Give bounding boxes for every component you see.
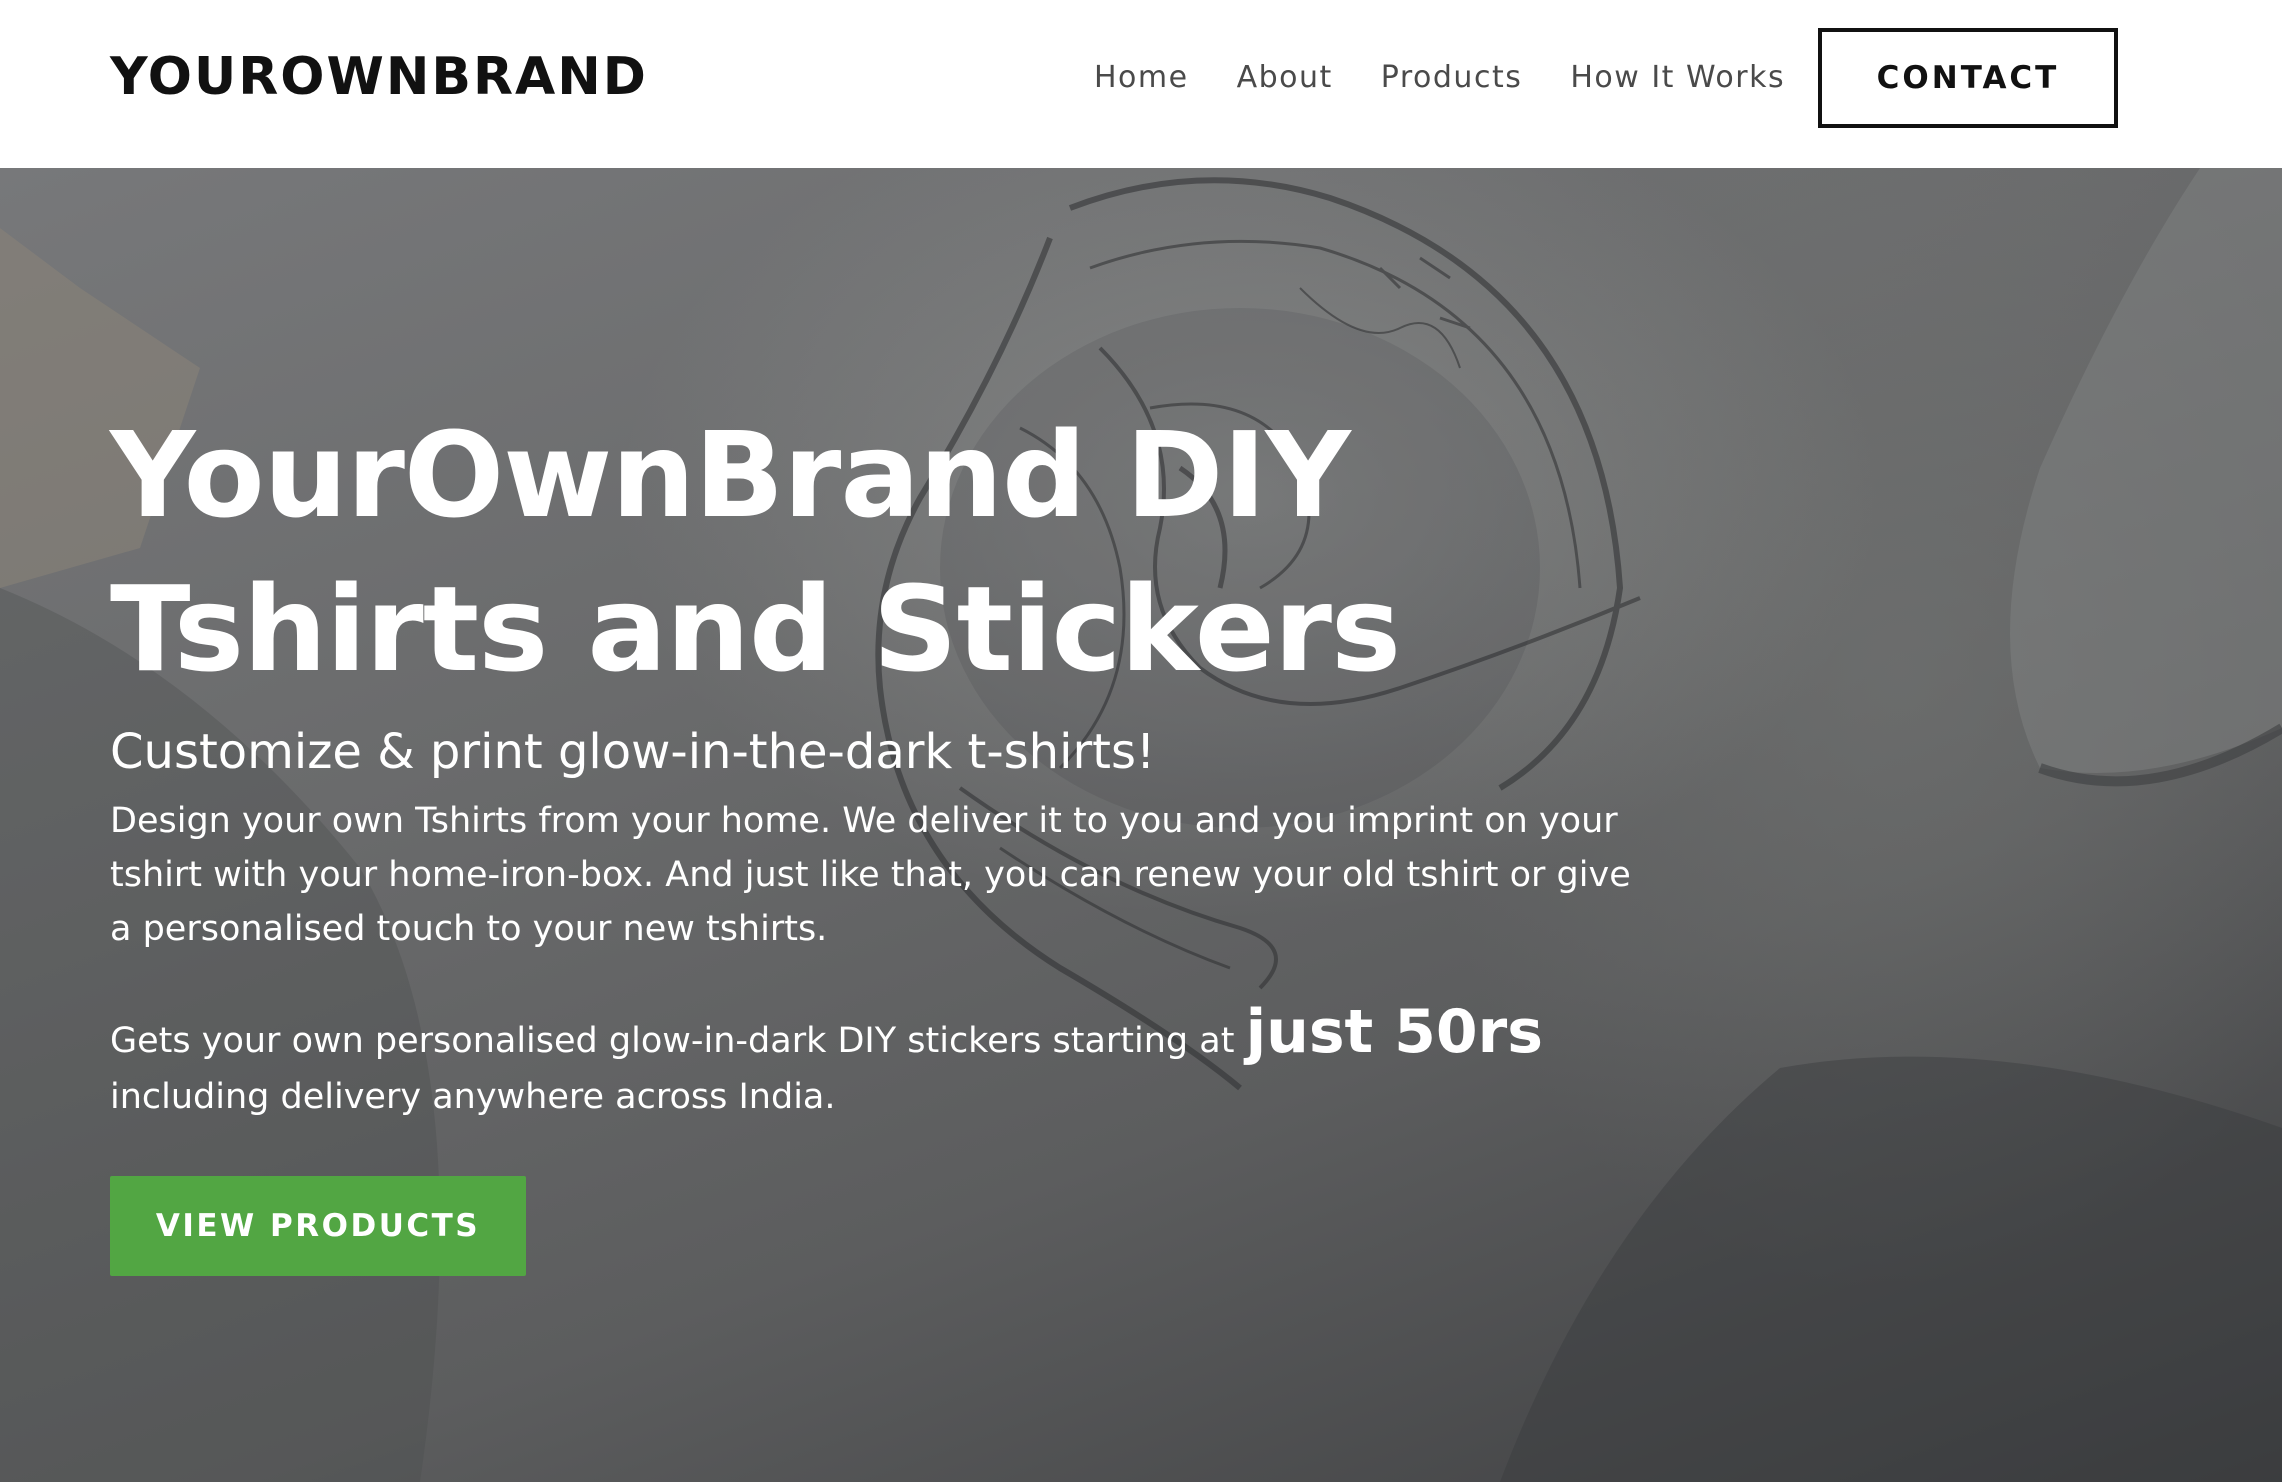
site-header: YOUROWNBRAND Home About Products How It … [0,0,2282,168]
offer-text-after: including delivery anywhere across India… [110,1077,836,1117]
offer-price: just 50rs [1245,997,1543,1067]
hero-section: YourOwnBrand DIY Tshirts and Stickers Cu… [0,168,2282,1482]
view-products-button[interactable]: VIEW PRODUCTS [110,1176,526,1276]
nav-link-how-it-works[interactable]: How It Works [1570,54,1785,102]
nav-link-about[interactable]: About [1237,54,1333,102]
hero-title-line-2: Tshirts and Stickers [110,560,1401,698]
hero-description: Design your own Tshirts from your home. … [110,801,1631,949]
hero-subtitle: Customize & print glow-in-the-dark t-shi… [110,724,1156,780]
hero-content: YourOwnBrand DIY Tshirts and Stickers Cu… [110,398,1650,1125]
nav-link-products[interactable]: Products [1381,54,1523,102]
contact-button[interactable]: CONTACT [1818,28,2118,128]
main-nav: Home About Products How It Works [1094,54,1833,102]
hero-offer: Gets your own personalised glow-in-dark … [110,1002,1650,1125]
hero-title-line-1: YourOwnBrand DIY [110,406,1351,544]
sleeve-right [2010,168,2282,773]
brand-logo[interactable]: YOUROWNBRAND [110,44,648,110]
offer-text-before: Gets your own personalised glow-in-dark … [110,1021,1246,1061]
hero-title: YourOwnBrand DIY Tshirts and Stickers [110,398,1650,706]
nav-link-home[interactable]: Home [1094,54,1189,102]
